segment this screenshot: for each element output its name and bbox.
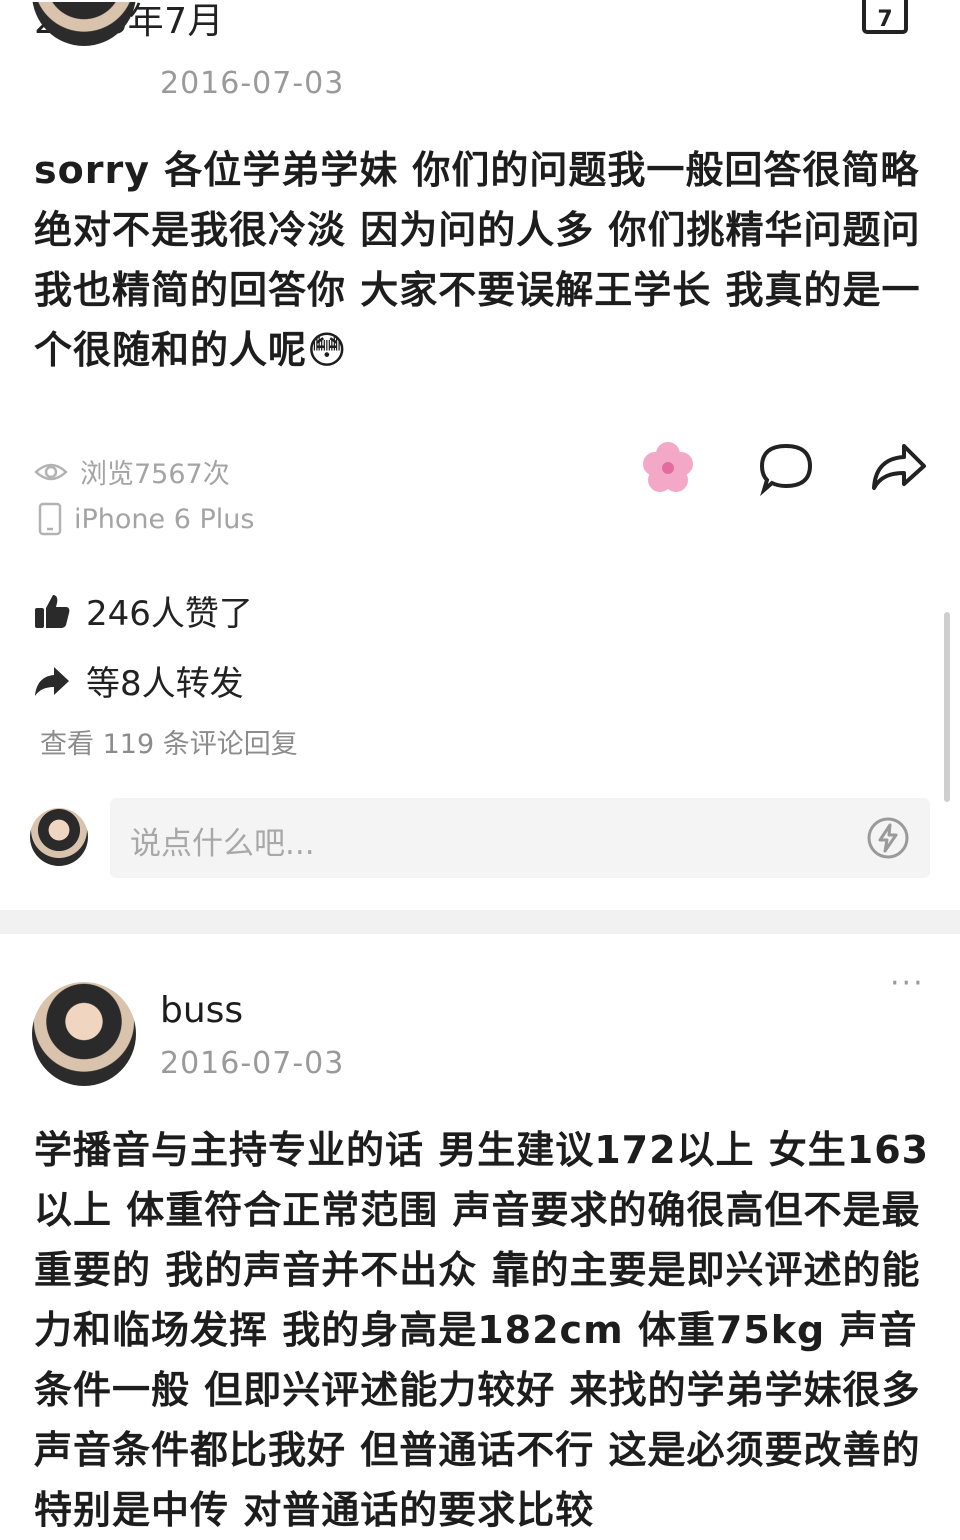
eye-icon <box>34 463 68 480</box>
flower-reaction-icon[interactable] <box>640 440 696 496</box>
post-separator <box>0 910 960 934</box>
reposts-text: 等8人转发 <box>86 664 244 704</box>
post-date: 2016-07-03 <box>160 1046 345 1081</box>
comment-input[interactable]: 说点什么吧... <box>110 798 930 878</box>
view-count: 浏览7567次 <box>34 452 230 491</box>
view-count-text: 浏览7567次 <box>80 459 230 490</box>
scrollbar[interactable] <box>944 612 950 802</box>
comment-icon[interactable] <box>758 440 814 497</box>
avatar[interactable] <box>32 982 136 1086</box>
more-options-icon[interactable]: ··· <box>890 966 925 1001</box>
repost-arrow-icon <box>35 666 69 696</box>
reposts-row[interactable]: 等8人转发 <box>34 656 244 705</box>
share-icon[interactable] <box>870 440 928 496</box>
comment-placeholder: 说点什么吧... <box>130 826 315 862</box>
likes-text: 246人赞了 <box>86 594 253 634</box>
device-info: iPhone 6 Plus <box>38 502 254 536</box>
device-text: iPhone 6 Plus <box>74 503 255 535</box>
thumbs-up-icon <box>35 594 70 628</box>
calendar-icon[interactable]: 7 <box>862 0 908 34</box>
view-comments-link[interactable]: 查看 119 条评论回复 <box>40 722 298 761</box>
post-body: sorry 各位学弟学妹 你们的问题我一般回答很简略绝对不是我很冷淡 因为问的人… <box>34 148 921 372</box>
likes-row[interactable]: 246人赞了 <box>34 586 253 635</box>
username[interactable]: buss <box>160 990 243 1031</box>
my-avatar[interactable] <box>30 808 88 866</box>
lightning-icon[interactable] <box>866 816 910 860</box>
post-body: 学播音与主持专业的话 男生建议172以上 女生163以上 体重符合正常范围 声音… <box>34 1128 930 1532</box>
phone-icon <box>38 502 62 536</box>
calendar-day: 7 <box>877 7 892 32</box>
post-date: 2016-07-03 <box>160 66 345 101</box>
